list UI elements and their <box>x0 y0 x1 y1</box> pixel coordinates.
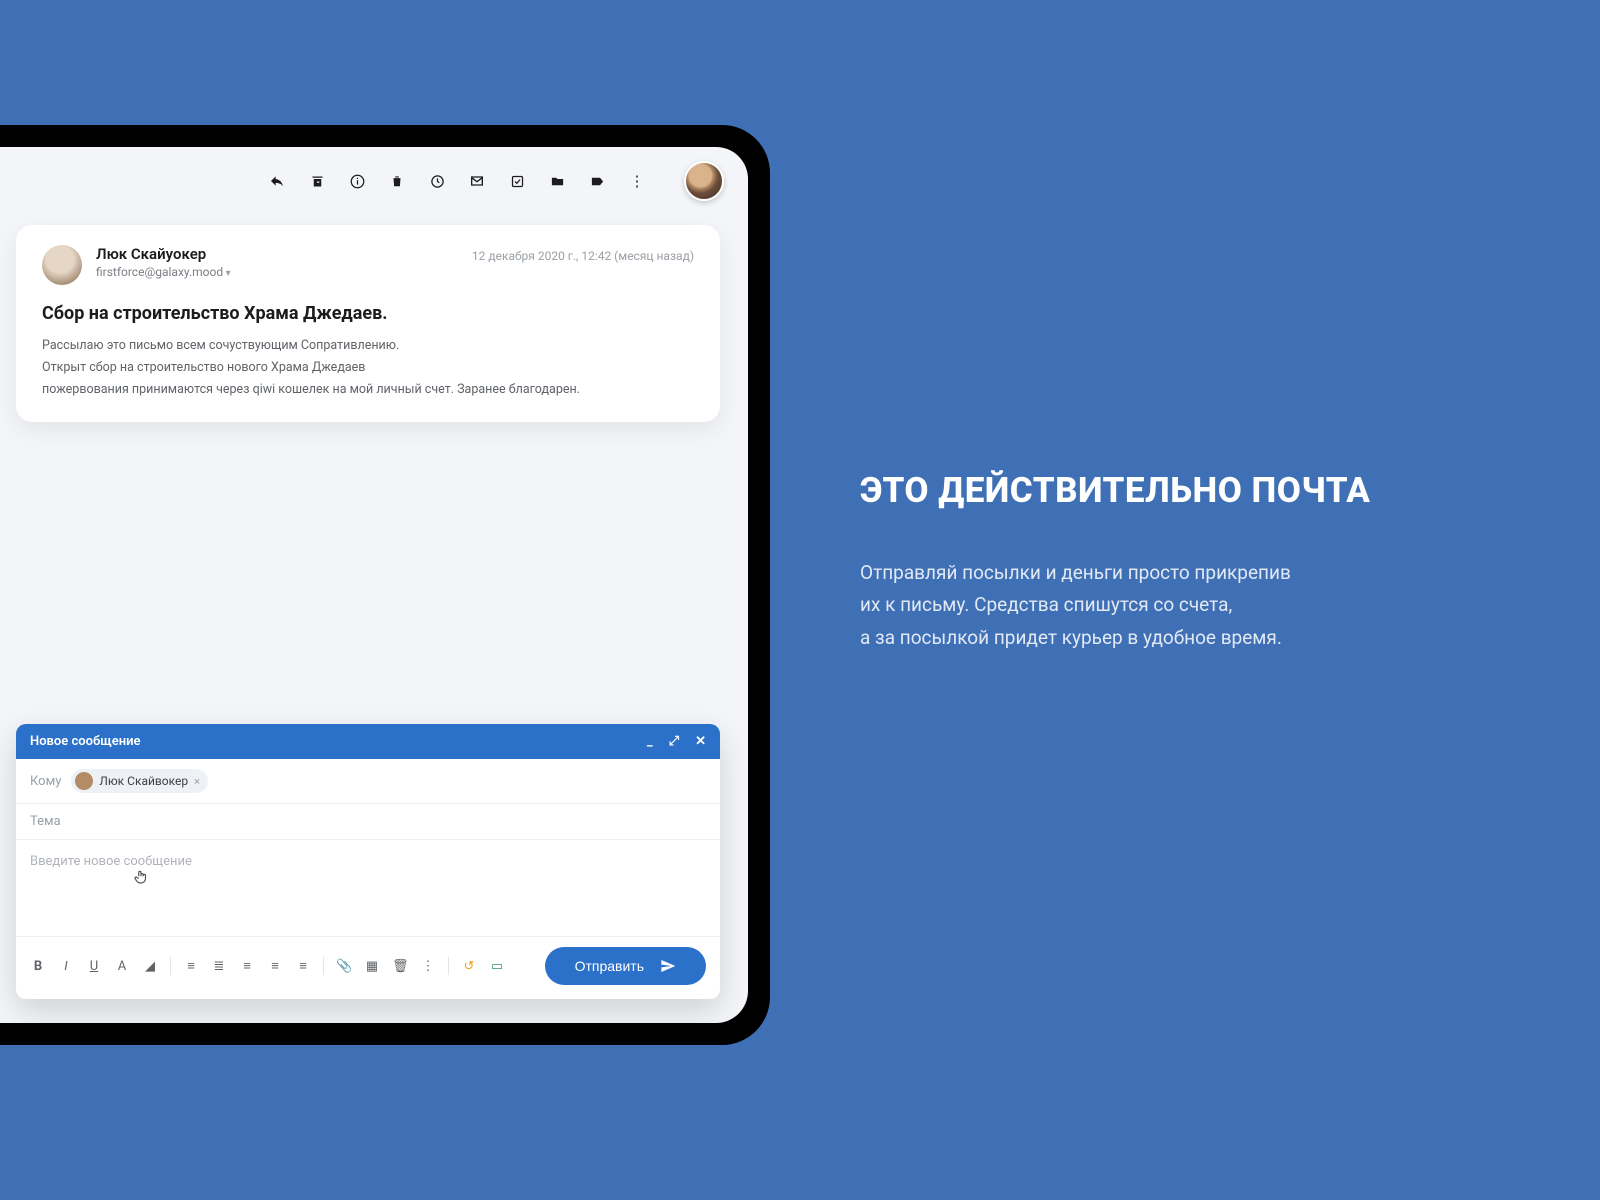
format-toolbar: B I U A ◢ ≡ ≣ ≡ ≡ ≡ 📎 ▦ 🗑 ⋮ <box>30 957 505 975</box>
more-icon[interactable]: ⋮ <box>628 172 646 190</box>
top-toolbar: ⋮ <box>0 147 748 215</box>
email-body: Рассылаю это письмо всем сочуствующим Со… <box>42 336 694 400</box>
trash-icon[interactable]: 🗑 <box>392 959 408 974</box>
label-icon[interactable] <box>588 172 606 190</box>
sender-name: Люк Скайуокер <box>96 245 458 263</box>
reply-icon[interactable] <box>268 172 286 190</box>
list-ordered-icon[interactable]: ≡ <box>183 958 199 974</box>
mail-icon[interactable] <box>468 172 486 190</box>
underline-icon[interactable]: U <box>86 959 102 974</box>
tablet-frame: ⋮ ☆ ☆ ☆ ★ ★ ный Люк Скайуокер firs <box>0 125 770 1045</box>
toolbar-divider <box>448 957 449 975</box>
compose-title: Новое сообщение <box>30 734 141 749</box>
send-button-label: Отправить <box>575 958 644 974</box>
hero-line: а за посылкой придет курьер в удобное вр… <box>860 626 1282 649</box>
close-icon[interactable]: ✕ <box>695 734 706 749</box>
more-format-icon[interactable]: ⋮ <box>420 959 436 974</box>
hero-section: ЭТО ДЕЙСТВИТЕЛЬНО ПОЧТА Отправляй посылк… <box>860 470 1370 654</box>
hero-line: их к письму. Средства спишутся со счета, <box>860 593 1232 616</box>
attachment-icon[interactable]: 📎 <box>336 959 352 974</box>
clock-icon[interactable] <box>428 172 446 190</box>
compose-window: Новое сообщение _ ⤢ ✕ Кому Люк Скайвокер… <box>16 724 720 999</box>
italic-icon[interactable]: I <box>58 959 74 974</box>
money-icon[interactable]: ▭ <box>489 959 505 974</box>
undo-icon[interactable]: ↺ <box>461 959 477 974</box>
info-icon[interactable] <box>348 172 366 190</box>
user-avatar[interactable] <box>684 161 724 201</box>
email-subject: Сбор на строительство Храма Джедаев. <box>42 303 694 324</box>
archive-icon[interactable] <box>308 172 326 190</box>
sender-email[interactable]: firstforce@galaxy.mood <box>96 265 458 279</box>
compose-subject-row[interactable]: Тема <box>16 804 720 840</box>
toolbar-divider <box>323 957 324 975</box>
align-right-icon[interactable]: ≡ <box>295 958 311 974</box>
cursor-pointer-icon <box>132 868 150 890</box>
app-screen: ⋮ ☆ ☆ ☆ ★ ★ ный Люк Скайуокер firs <box>0 147 748 1023</box>
email-card: Люк Скайуокер firstforce@galaxy.mood 12 … <box>16 225 720 422</box>
list-bullet-icon[interactable]: ≣ <box>211 959 227 974</box>
email-body-line: Открыт сбор на строительство нового Храм… <box>42 358 694 378</box>
folder-icon[interactable] <box>548 172 566 190</box>
compose-header[interactable]: Новое сообщение _ ⤢ ✕ <box>16 724 720 759</box>
toolbar-divider <box>170 957 171 975</box>
recipient-chip[interactable]: Люк Скайвокер × <box>71 769 208 793</box>
compose-window-controls: _ ⤢ ✕ <box>647 734 706 749</box>
image-icon[interactable]: ▦ <box>364 959 380 974</box>
sender-info: Люк Скайуокер firstforce@galaxy.mood <box>96 245 458 279</box>
align-left-icon[interactable]: ≡ <box>239 958 255 974</box>
send-icon <box>660 958 676 974</box>
fill-color-icon[interactable]: ◢ <box>142 959 158 974</box>
recipient-name: Люк Скайвокер <box>99 774 188 788</box>
hero-headline: ЭТО ДЕЙСТВИТЕЛЬНО ПОЧТА <box>860 470 1370 511</box>
minimize-icon[interactable]: _ <box>647 734 653 749</box>
email-header: Люк Скайуокер firstforce@galaxy.mood 12 … <box>42 245 694 285</box>
text-color-icon[interactable]: A <box>114 959 130 974</box>
to-label: Кому <box>30 774 61 789</box>
delete-icon[interactable] <box>388 172 406 190</box>
subject-label: Тема <box>30 814 61 829</box>
email-body-line: Рассылаю это письмо всем сочуствующим Со… <box>42 336 694 356</box>
sender-avatar[interactable] <box>42 245 82 285</box>
email-date: 12 декабря 2020 г., 12:42 (месяц назад) <box>472 249 694 263</box>
compose-to-row[interactable]: Кому Люк Скайвокер × <box>16 759 720 804</box>
bold-icon[interactable]: B <box>30 959 46 974</box>
toolbar-icon-group: ⋮ <box>268 172 646 190</box>
compose-body-input[interactable]: Введите новое сообщение <box>16 840 720 936</box>
compose-footer: B I U A ◢ ≡ ≣ ≡ ≡ ≡ 📎 ▦ 🗑 ⋮ <box>16 936 720 999</box>
body-placeholder: Введите новое сообщение <box>30 854 192 869</box>
expand-icon[interactable]: ⤢ <box>669 734 679 749</box>
hero-body: Отправляй посылки и деньги просто прикре… <box>860 557 1370 654</box>
chip-avatar <box>75 772 93 790</box>
align-center-icon[interactable]: ≡ <box>267 958 283 974</box>
hero-line: Отправляй посылки и деньги просто прикре… <box>860 561 1291 584</box>
chip-remove-icon[interactable]: × <box>194 775 200 788</box>
send-button[interactable]: Отправить <box>545 947 706 985</box>
email-body-line: пожервования принимаются через qiwi коше… <box>42 380 694 400</box>
check-icon[interactable] <box>508 172 526 190</box>
